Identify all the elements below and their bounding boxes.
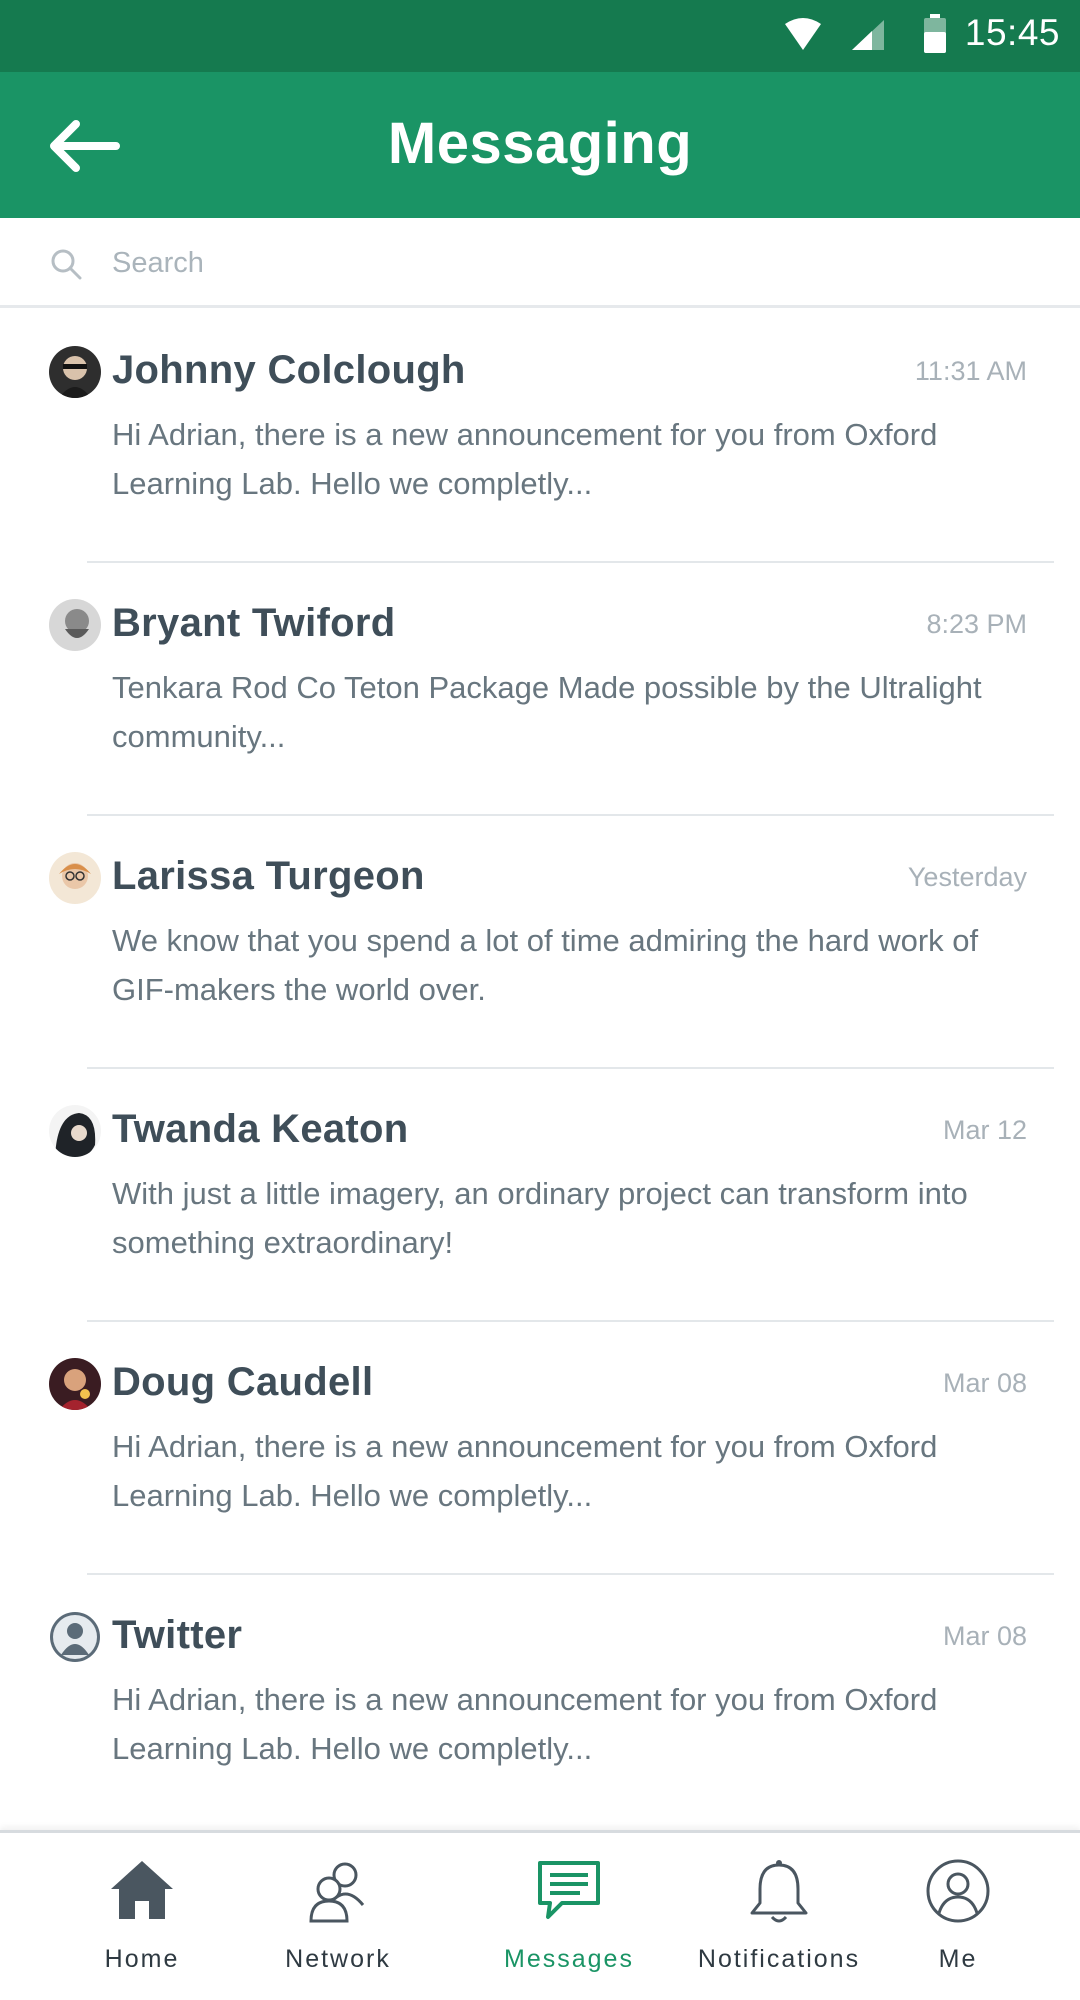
message-preview: Hi Adrian, there is a new announcement f… <box>112 417 938 501</box>
avatar <box>49 599 101 651</box>
default-user-icon <box>50 1612 100 1662</box>
conversation-list: Johnny Colclough 11:31 AM Hi Adrian, the… <box>0 310 1080 1828</box>
search-bar <box>0 218 1080 308</box>
battery-icon <box>924 14 946 53</box>
contact-name: Twitter <box>112 1613 243 1657</box>
avatar <box>49 1358 101 1410</box>
conversation-item[interactable]: Bryant Twiford 8:23 PM Tenkara Rod Co Te… <box>0 563 1080 816</box>
search-input[interactable] <box>112 236 1012 290</box>
conversation-item[interactable]: Twanda Keaton Mar 12 With just a little … <box>0 1069 1080 1322</box>
nav-item-home[interactable]: Home <box>82 1833 202 2000</box>
bell-icon <box>750 1860 808 1923</box>
nav-label: Messages <box>504 1945 634 1973</box>
home-icon <box>111 1861 173 1919</box>
conversation-item[interactable]: Twitter Mar 08 Hi Adrian, there is a new… <box>0 1575 1080 1828</box>
status-time: 15:45 <box>964 12 1060 53</box>
conversation-item[interactable]: Doug Caudell Mar 08 Hi Adrian, there is … <box>0 1322 1080 1575</box>
conversation-item[interactable]: Johnny Colclough 11:31 AM Hi Adrian, the… <box>0 310 1080 563</box>
message-preview: Hi Adrian, there is a new announcement f… <box>112 1682 938 1766</box>
message-preview: Hi Adrian, there is a new announcement f… <box>112 1429 938 1513</box>
nav-label: Me <box>938 1945 978 1973</box>
message-preview: Tenkara Rod Co Teton Package Made possib… <box>112 670 982 754</box>
nav-item-me[interactable]: Me <box>912 1833 1004 2000</box>
contact-name: Johnny Colclough <box>112 348 466 392</box>
message-time: 8:23 PM <box>926 609 1027 639</box>
profile-icon <box>926 1859 990 1923</box>
nav-item-messages[interactable]: Messages <box>496 1833 642 2000</box>
wifi-icon <box>785 18 821 50</box>
message-preview: With just a little imagery, an ordinary … <box>112 1176 968 1260</box>
message-time: 11:31 AM <box>914 356 1027 386</box>
nav-label: Notifications <box>697 1945 861 1973</box>
nav-label: Network <box>285 1945 391 1973</box>
avatar <box>49 346 101 398</box>
message-preview: We know that you spend a lot of time adm… <box>112 923 979 1007</box>
message-time: Mar 12 <box>942 1115 1027 1145</box>
messages-icon <box>538 1861 600 1919</box>
search-icon <box>51 249 82 280</box>
nav-item-notifications[interactable]: Notifications <box>684 1833 874 2000</box>
contact-name: Larissa Turgeon <box>112 854 425 898</box>
network-icon <box>309 1862 365 1923</box>
contact-name: Twanda Keaton <box>112 1107 409 1151</box>
avatar <box>49 1105 101 1157</box>
page-title: Messaging <box>387 111 693 176</box>
contact-name: Bryant Twiford <box>112 601 396 645</box>
app-bar: Messaging <box>0 72 1080 218</box>
signal-icon <box>852 20 884 50</box>
status-bar: 15:45 <box>0 0 1080 72</box>
bottom-nav: Home Network Messages Notifications Me <box>0 1830 1080 2000</box>
message-time: Mar 08 <box>942 1621 1027 1651</box>
nav-label: Home <box>104 1945 180 1973</box>
message-time: Yesterday <box>907 862 1027 892</box>
message-time: Mar 08 <box>942 1368 1027 1398</box>
avatar <box>49 852 101 904</box>
contact-name: Doug Caudell <box>112 1360 374 1404</box>
conversation-item[interactable]: Larissa Turgeon Yesterday We know that y… <box>0 816 1080 1069</box>
nav-item-network[interactable]: Network <box>272 1833 404 2000</box>
